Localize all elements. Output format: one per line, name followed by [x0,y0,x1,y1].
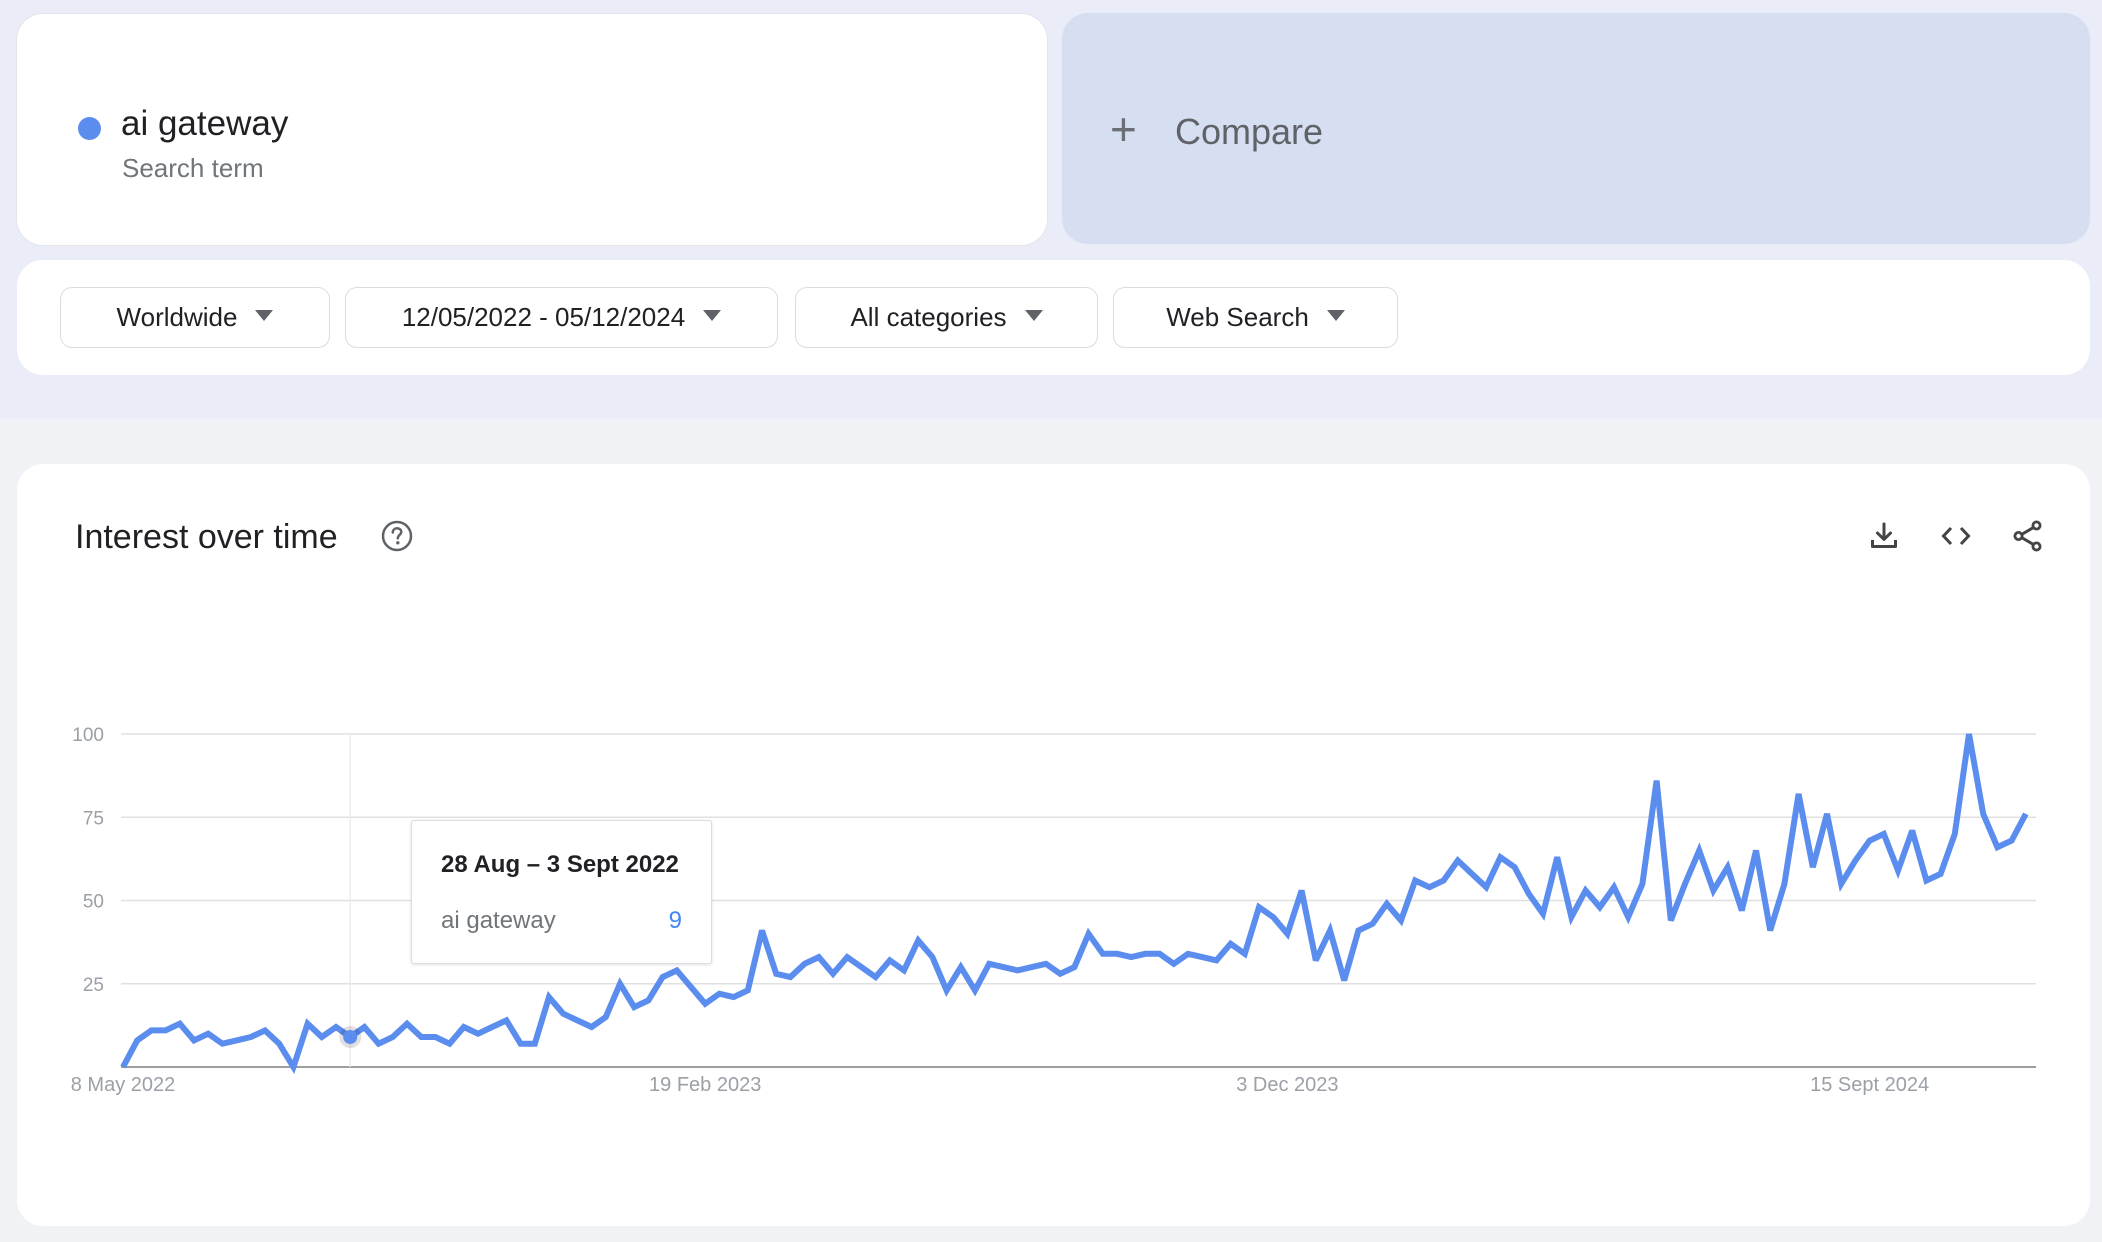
x-tick-label: 19 Feb 2023 [649,1074,761,1096]
x-tick-label: 3 Dec 2023 [1236,1074,1338,1096]
tooltip-value: 9 [668,907,682,934]
x-tick-label: 8 May 2022 [71,1074,176,1096]
y-tick-label: 50 [83,892,104,913]
x-tick-label: 15 Sept 2024 [1810,1074,1929,1096]
y-tick-label: 75 [83,808,104,829]
y-tick-label: 25 [83,975,104,996]
tooltip-series-name: ai gateway [441,907,556,934]
chart-tooltip: 28 Aug – 3 Sept 2022 ai gateway 9 [411,820,712,964]
highlighted-data-point [343,1030,358,1045]
y-tick-label: 100 [72,725,104,746]
tooltip-date: 28 Aug – 3 Sept 2022 [441,851,679,878]
interest-line-chart[interactable]: 25 50 75 100 8 May 2022 19 Feb 2023 3 Dec 2023… [0,0,2102,1242]
